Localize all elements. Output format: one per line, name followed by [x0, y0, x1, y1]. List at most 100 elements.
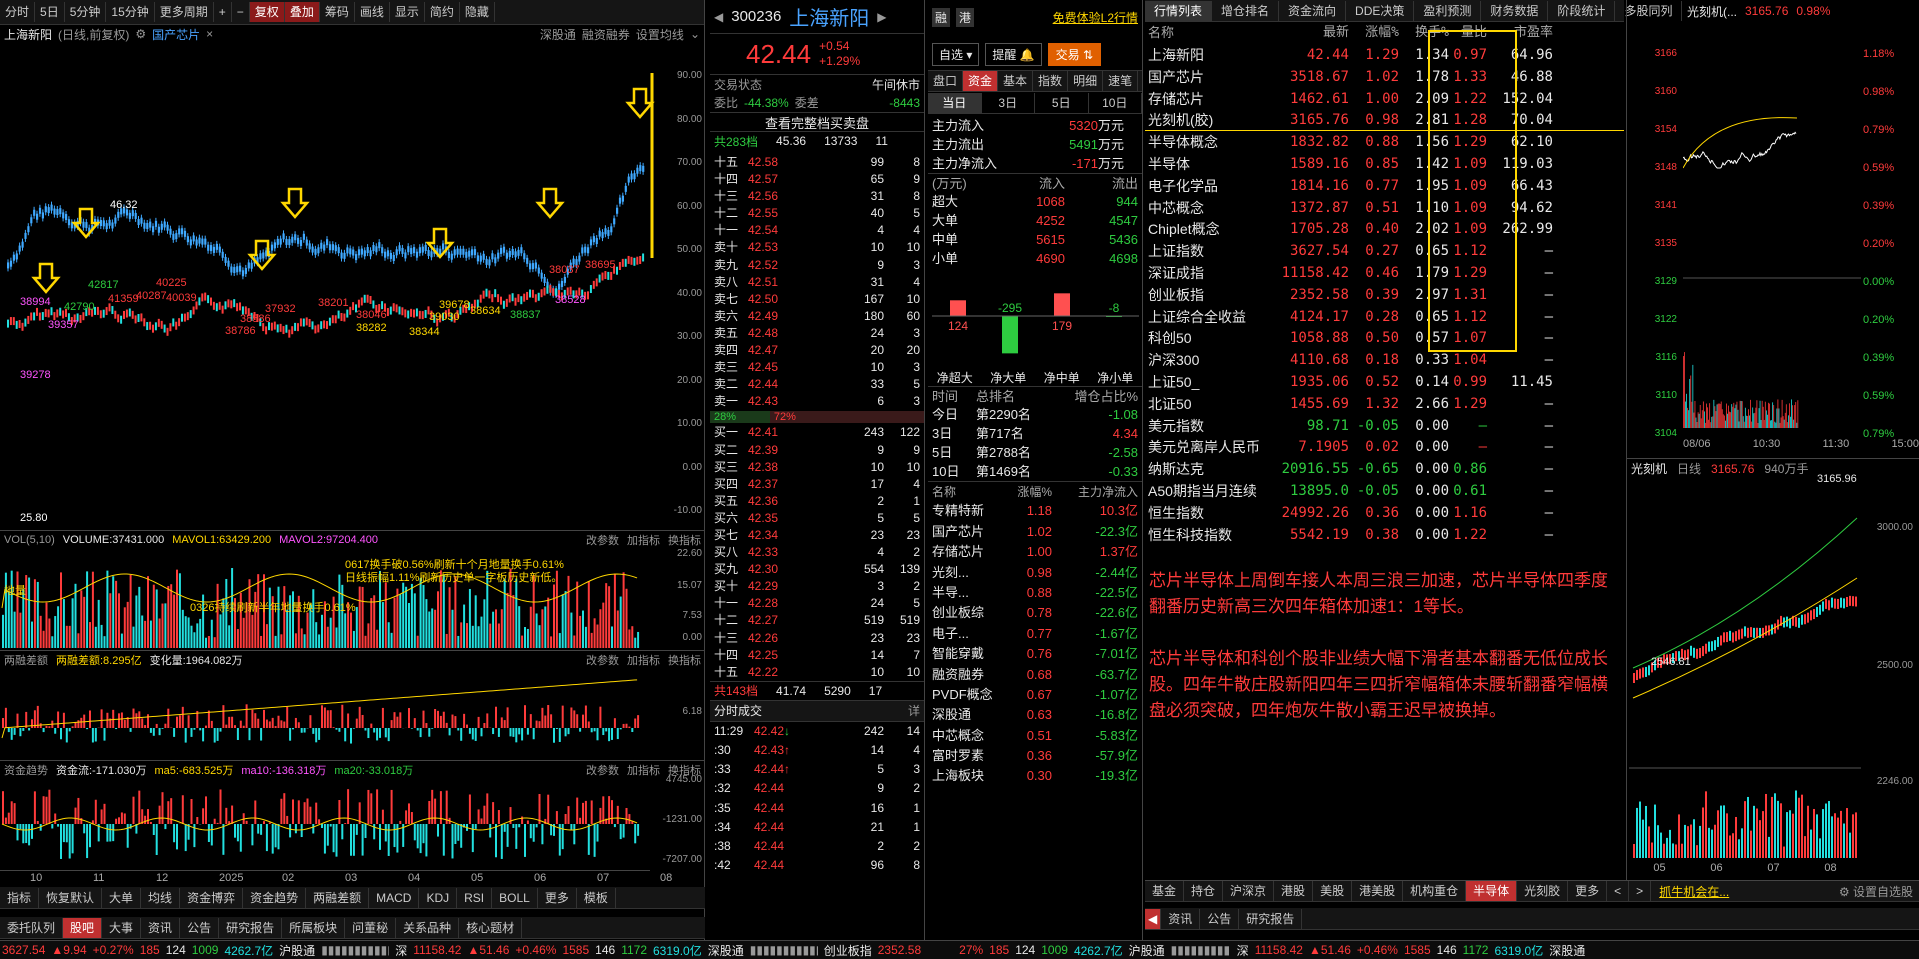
sector-row[interactable]: 电子... 0.77 -1.67亿: [928, 624, 1142, 644]
quote-row[interactable]: 光刻机(胶) 3165.76 0.98 2.81 1.28 70.04: [1145, 109, 1624, 132]
tab-related[interactable]: 关系品种: [396, 917, 460, 938]
kline-chart[interactable]: 3899439357427904281741359402874022540039…: [0, 43, 705, 530]
next-stock-icon[interactable]: ▶: [877, 10, 886, 24]
quote-row[interactable]: 创业板指 2352.58 0.39 2.97 1.31—: [1145, 284, 1624, 306]
quote-row[interactable]: 恒生指数 24992.26 0.36 0.00 1.16—: [1145, 502, 1624, 524]
chevron-down-icon[interactable]: ⌄: [690, 27, 700, 41]
buy-row[interactable]: 买九 42.30 554 139: [710, 561, 924, 578]
sz-connect[interactable]: 深股通: [708, 942, 744, 959]
r-sz-connect[interactable]: 深股通: [1549, 942, 1585, 959]
sector-row[interactable]: 上海板块 0.30 -19.3亿: [928, 766, 1142, 786]
quote-row[interactable]: 北证50 1455.69 1.32 2.66 1.29—: [1145, 393, 1624, 415]
buy-row[interactable]: 十五 42.22 10 10: [710, 664, 924, 681]
alert-button[interactable]: 提醒 🔔: [985, 42, 1042, 66]
sector-tab[interactable]: 沪深京: [1223, 881, 1275, 901]
sector-row[interactable]: 深股通 0.63 -16.8亿: [928, 705, 1142, 725]
tab-restore-default[interactable]: 恢复默认: [39, 887, 103, 908]
link-hk-connect[interactable]: 深股通: [540, 26, 576, 43]
buy-row[interactable]: 买一 42.41 243 122: [710, 424, 924, 441]
tab-macd[interactable]: MACD: [369, 887, 420, 908]
sector-tab[interactable]: 光刻胶: [1517, 881, 1569, 901]
sell-row[interactable]: 卖一 42.43 6 3: [710, 393, 924, 410]
tab-rsi[interactable]: RSI: [457, 887, 493, 908]
tab-fund-game[interactable]: 资金博弈: [180, 887, 244, 908]
scroll-left-icon[interactable]: <: [1607, 881, 1630, 901]
full-book-row[interactable]: 查看完整档买卖盘: [710, 112, 924, 131]
sector-row[interactable]: 专精特新 1.18 10.3亿: [928, 501, 1142, 521]
full-book-link[interactable]: 查看完整档买卖盘: [765, 113, 869, 132]
margin-edit-params[interactable]: 改参数: [586, 652, 619, 668]
quote-row[interactable]: 半导体概念 1832.82 0.88 1.56 1.29 62.10: [1145, 131, 1624, 153]
simple-button[interactable]: 简约: [425, 2, 460, 22]
quote-row[interactable]: 电子化学品 1814.16 0.77 1.95 1.09 66.43: [1145, 175, 1624, 197]
tab-forum[interactable]: 股吧: [63, 917, 103, 938]
quote-row[interactable]: 国产芯片 3518.67 1.02 1.78 1.33 46.88: [1145, 66, 1624, 88]
sell-row[interactable]: 卖十 42.53 10 10: [710, 239, 924, 256]
tab-r-news[interactable]: 资讯: [1161, 908, 1201, 929]
plus-button[interactable]: +: [214, 2, 232, 22]
l2-trial-link[interactable]: 免费体验L2行情: [1053, 9, 1138, 26]
period-intraday-button[interactable]: 分时: [0, 2, 36, 22]
margin-switch-indicator[interactable]: 换指标: [668, 652, 701, 668]
settings-watchlist-button[interactable]: ⚙ 设置自选股: [1839, 883, 1919, 900]
tab-announcements[interactable]: 公告: [180, 917, 220, 938]
quote-row[interactable]: 上证指数 3627.54 0.27 0.65 1.12—: [1145, 240, 1624, 262]
chart-overlay-name[interactable]: 国产芯片: [152, 26, 200, 43]
fund-tab[interactable]: 指数: [1033, 71, 1069, 91]
quote-row[interactable]: 上证综合全收益 4124.17 0.28 0.65 1.12—: [1145, 306, 1624, 328]
fund-tab[interactable]: 明细: [1068, 71, 1104, 91]
quote-row[interactable]: 美元指数 98.71 -0.05 0.00— —: [1145, 415, 1624, 437]
sell-row[interactable]: 十四 42.57 65 9: [710, 171, 924, 188]
sector-row[interactable]: 融资融券 0.68 -63.7亿: [928, 665, 1142, 685]
quote-row[interactable]: Chiplet概念 1705.28 0.40 2.02 1.09 262.99: [1145, 218, 1624, 240]
sell-row[interactable]: 卖五 42.48 24 3: [710, 325, 924, 342]
quote-row[interactable]: 深证成指 11158.42 0.46 1.79 1.29—: [1145, 262, 1624, 284]
sell-row[interactable]: 卖六 42.49 180 60: [710, 308, 924, 325]
fund-tab[interactable]: 基本: [998, 71, 1034, 91]
quote-row[interactable]: 中芯概念 1372.87 0.51 1.10 1.09 94.62: [1145, 197, 1624, 219]
vol-edit-params[interactable]: 改参数: [586, 532, 619, 548]
quote-tab[interactable]: 财务数据: [1481, 0, 1549, 21]
tab-ask-board[interactable]: 问董秘: [345, 917, 397, 938]
prev-stock-icon[interactable]: ◀: [714, 10, 723, 24]
adjust-button[interactable]: 复权: [249, 2, 285, 22]
fund-period-tab[interactable]: 10日: [1089, 92, 1142, 113]
buy-row[interactable]: 十一 42.28 24 5: [710, 595, 924, 612]
sh-index[interactable]: 3627.54: [2, 943, 45, 957]
more-period-button[interactable]: 更多周期: [155, 2, 214, 22]
quote-row[interactable]: 半导体 1589.16 0.85 1.42 1.09 119.03: [1145, 153, 1624, 175]
sector-tab[interactable]: 美股: [1313, 881, 1353, 901]
ticks-detail-button[interactable]: 详: [908, 702, 920, 719]
r-sz-index[interactable]: 11158.42: [1255, 943, 1303, 957]
sell-row[interactable]: 卖九 42.52 9 3: [710, 257, 924, 274]
display-button[interactable]: 显示: [390, 2, 425, 22]
quote-row[interactable]: 科创50 1058.88 0.50 0.57 1.07—: [1145, 327, 1624, 349]
tab-ma[interactable]: 均线: [141, 887, 181, 908]
fund-period-tab[interactable]: 当日: [928, 92, 982, 113]
sell-row[interactable]: 卖三 42.45 10 3: [710, 359, 924, 376]
overlay-button[interactable]: 叠加: [284, 2, 320, 22]
tab-r-research[interactable]: 研究报告: [1239, 908, 1303, 929]
sh-connect[interactable]: 沪股通: [279, 942, 315, 959]
sector-row[interactable]: 中芯概念 0.51 -5.83亿: [928, 726, 1142, 746]
sector-row[interactable]: PVDF概念 0.67 -1.07亿: [928, 685, 1142, 705]
period-5min-button[interactable]: 5分钟: [65, 2, 107, 22]
tab-sector[interactable]: 所属板块: [282, 917, 346, 938]
sector-row[interactable]: 光刻... 0.98 -2.44亿: [928, 563, 1142, 583]
hide-button[interactable]: 隐藏: [460, 2, 495, 22]
settings-icon[interactable]: ⚙: [135, 27, 146, 41]
sector-tab[interactable]: 港美股: [1352, 881, 1404, 901]
vol-add-indicator[interactable]: 加指标: [627, 532, 660, 548]
period-5day-button[interactable]: 5日: [35, 2, 65, 22]
quote-row[interactable]: 上海新阳 42.44 1.29 1.34 0.97 64.96: [1145, 44, 1624, 66]
fund-tab[interactable]: 速笔: [1103, 71, 1139, 91]
link-margin[interactable]: 融资融券: [582, 26, 630, 43]
tab-research[interactable]: 研究报告: [219, 917, 283, 938]
tab-core-theme[interactable]: 核心题材: [459, 917, 523, 938]
buy-row[interactable]: 买十 42.29 3 2: [710, 578, 924, 595]
sell-row[interactable]: 十三 42.56 31 8: [710, 188, 924, 205]
sz-index[interactable]: 11158.42: [413, 943, 461, 957]
sector-tab[interactable]: 半导体: [1466, 881, 1518, 901]
sell-row[interactable]: 十一 42.54 4 4: [710, 222, 924, 239]
tab-news[interactable]: 资讯: [141, 917, 181, 938]
